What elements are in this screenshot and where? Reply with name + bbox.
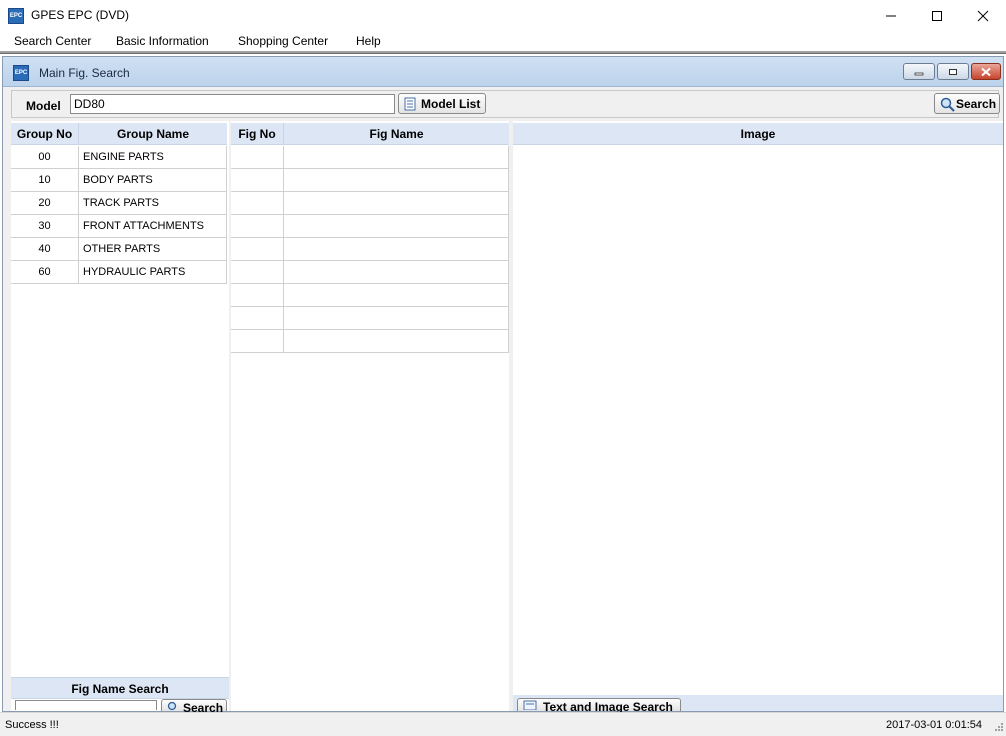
fig-no-cell [231, 284, 284, 306]
fig-row[interactable] [231, 238, 509, 261]
menu-separator [0, 51, 1006, 54]
group-name-header[interactable]: Group Name [79, 123, 227, 145]
child-restore-button[interactable] [937, 63, 969, 80]
fig-name-search-button[interactable]: Search [161, 699, 227, 715]
close-button[interactable] [960, 0, 1006, 31]
restore-icon [949, 68, 957, 75]
fig-no-cell [231, 307, 284, 329]
status-bar: Success !!! 2017-03-01 0:01:54 [0, 712, 1006, 736]
fig-name-header[interactable]: Fig Name [284, 123, 509, 145]
fig-no-cell [231, 215, 284, 237]
fig-no-cell [231, 330, 284, 352]
menu-basic-information[interactable]: Basic Information [116, 34, 209, 48]
minimize-icon [914, 72, 924, 75]
close-icon [977, 10, 989, 22]
fig-row[interactable] [231, 169, 509, 192]
menu-search-center[interactable]: Search Center [14, 34, 91, 48]
child-minimize-button[interactable] [903, 63, 935, 80]
status-timestamp: 2017-03-01 0:01:54 [885, 719, 982, 731]
maximize-button[interactable] [914, 0, 960, 31]
window-title: GPES EPC (DVD) [31, 8, 130, 22]
child-app-icon: EPC [13, 65, 29, 81]
app-icon: EPC [8, 8, 24, 24]
fig-panel: Fig No Fig Name [231, 121, 509, 711]
fig-row[interactable] [231, 284, 509, 307]
group-no-header[interactable]: Group No [11, 123, 79, 145]
child-close-button[interactable] [971, 63, 1001, 80]
resize-grip-icon[interactable] [992, 722, 1004, 734]
menu-help[interactable]: Help [356, 34, 381, 48]
text-image-icon [523, 700, 537, 710]
fig-name-search-input[interactable] [15, 700, 157, 710]
image-panel: Image Text and Image Search [513, 121, 1003, 714]
fig-no-cell [231, 192, 284, 214]
fig-no-cell [231, 238, 284, 260]
group-panel: Group No Group Name 00 ENGINE PARTS 10 BODY… [11, 121, 229, 715]
search-icon [167, 701, 177, 711]
fig-row[interactable] [231, 307, 509, 330]
group-grid-border [11, 146, 227, 284]
menu-bar: Search Center Basic Information Shopping… [0, 31, 1006, 51]
model-input[interactable] [70, 94, 395, 114]
minimize-icon [886, 15, 896, 17]
window-titlebar: EPC GPES EPC (DVD) [0, 0, 1006, 31]
fig-row[interactable] [231, 330, 509, 353]
search-button[interactable]: Search [934, 93, 1000, 114]
document-icon [404, 97, 416, 111]
fig-row[interactable] [231, 215, 509, 238]
fig-row[interactable] [231, 192, 509, 215]
model-list-label: Model List [421, 97, 481, 111]
minimize-button[interactable] [868, 0, 914, 31]
search-icon [940, 97, 955, 112]
search-label: Search [956, 97, 997, 111]
child-window-title: Main Fig. Search [39, 66, 130, 80]
fig-name-search-label: Fig Name Search [11, 677, 229, 699]
status-message: Success !!! [5, 719, 59, 731]
fig-no-cell [231, 261, 284, 283]
close-icon [981, 67, 991, 76]
maximize-icon [932, 11, 942, 21]
text-and-image-search-button[interactable]: Text and Image Search [517, 698, 681, 714]
fig-row[interactable] [231, 261, 509, 284]
child-titlebar: EPC Main Fig. Search [3, 57, 1003, 87]
image-header: Image [513, 123, 1003, 145]
model-toolbar: Model Model List Search [11, 90, 1000, 118]
fig-no-cell [231, 146, 284, 168]
model-list-button[interactable]: Model List [398, 93, 486, 114]
fig-no-cell [231, 169, 284, 191]
menu-shopping-center[interactable]: Shopping Center [238, 34, 328, 48]
fig-row[interactable] [231, 146, 509, 169]
main-fig-search-window: EPC Main Fig. Search Model Model List Se… [2, 56, 1004, 715]
model-label: Model [26, 99, 61, 113]
fig-no-header[interactable]: Fig No [231, 123, 284, 145]
